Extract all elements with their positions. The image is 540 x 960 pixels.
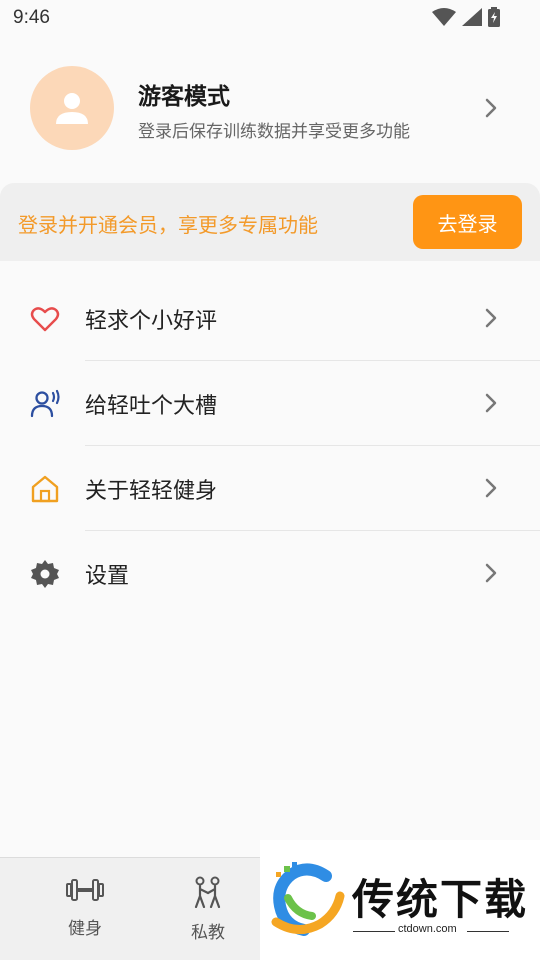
feedback-person-icon <box>30 389 60 418</box>
watermark: 传统下载 ctdown.com <box>260 840 540 960</box>
avatar[interactable] <box>30 66 114 150</box>
dumbbell-icon <box>66 879 104 901</box>
personal-trainer-icon <box>194 876 221 909</box>
chevron-right-icon <box>485 393 497 413</box>
ctdown-logo-icon <box>271 862 345 936</box>
menu-item-feedback[interactable]: 给轻吐个大槽 <box>0 361 540 446</box>
menu-item-rate[interactable]: 轻求个小好评 <box>0 276 540 361</box>
divider <box>353 931 395 932</box>
status-icons <box>432 7 500 27</box>
divider <box>467 931 509 932</box>
menu-item-label: 给轻吐个大槽 <box>85 394 218 419</box>
user-icon <box>56 93 88 124</box>
nav-label: 私教 <box>191 923 225 943</box>
chevron-right-icon <box>485 98 497 118</box>
profile-name: 游客模式 <box>138 84 230 110</box>
chevron-right-icon <box>485 308 497 328</box>
battery-icon <box>488 7 500 27</box>
status-bar: 9:46 <box>0 0 540 36</box>
login-button[interactable]: 去登录 <box>413 195 522 249</box>
profile-subtitle: 登录后保存训练数据并享受更多功能 <box>138 122 410 142</box>
watermark-url: ctdown.com <box>398 923 457 935</box>
nav-label: 健身 <box>68 919 102 939</box>
signal-icon <box>462 8 482 26</box>
profile-card[interactable]: 游客模式 登录后保存训练数据并享受更多功能 <box>0 50 540 166</box>
wifi-icon <box>432 8 456 26</box>
chevron-right-icon <box>485 478 497 498</box>
chevron-right-icon <box>485 563 497 583</box>
status-time: 9:46 <box>13 7 50 28</box>
home-icon <box>31 475 59 503</box>
gear-icon <box>31 560 59 588</box>
menu-list: 轻求个小好评 给轻吐个大槽 关于轻轻健身 设置 <box>0 276 540 616</box>
nav-item-trainer[interactable]: 私教 <box>168 876 248 943</box>
member-banner: 登录并开通会员，享更多专属功能 去登录 <box>0 183 540 261</box>
banner-text: 登录并开通会员，享更多专属功能 <box>18 213 318 237</box>
watermark-title: 传统下载 <box>352 875 529 924</box>
menu-item-label: 关于轻轻健身 <box>85 479 218 504</box>
menu-item-settings[interactable]: 设置 <box>0 531 540 616</box>
nav-item-fitness[interactable]: 健身 <box>45 876 125 939</box>
menu-item-label: 轻求个小好评 <box>85 309 218 334</box>
menu-item-label: 设置 <box>85 564 130 589</box>
menu-item-about[interactable]: 关于轻轻健身 <box>0 446 540 531</box>
heart-icon <box>30 307 60 332</box>
